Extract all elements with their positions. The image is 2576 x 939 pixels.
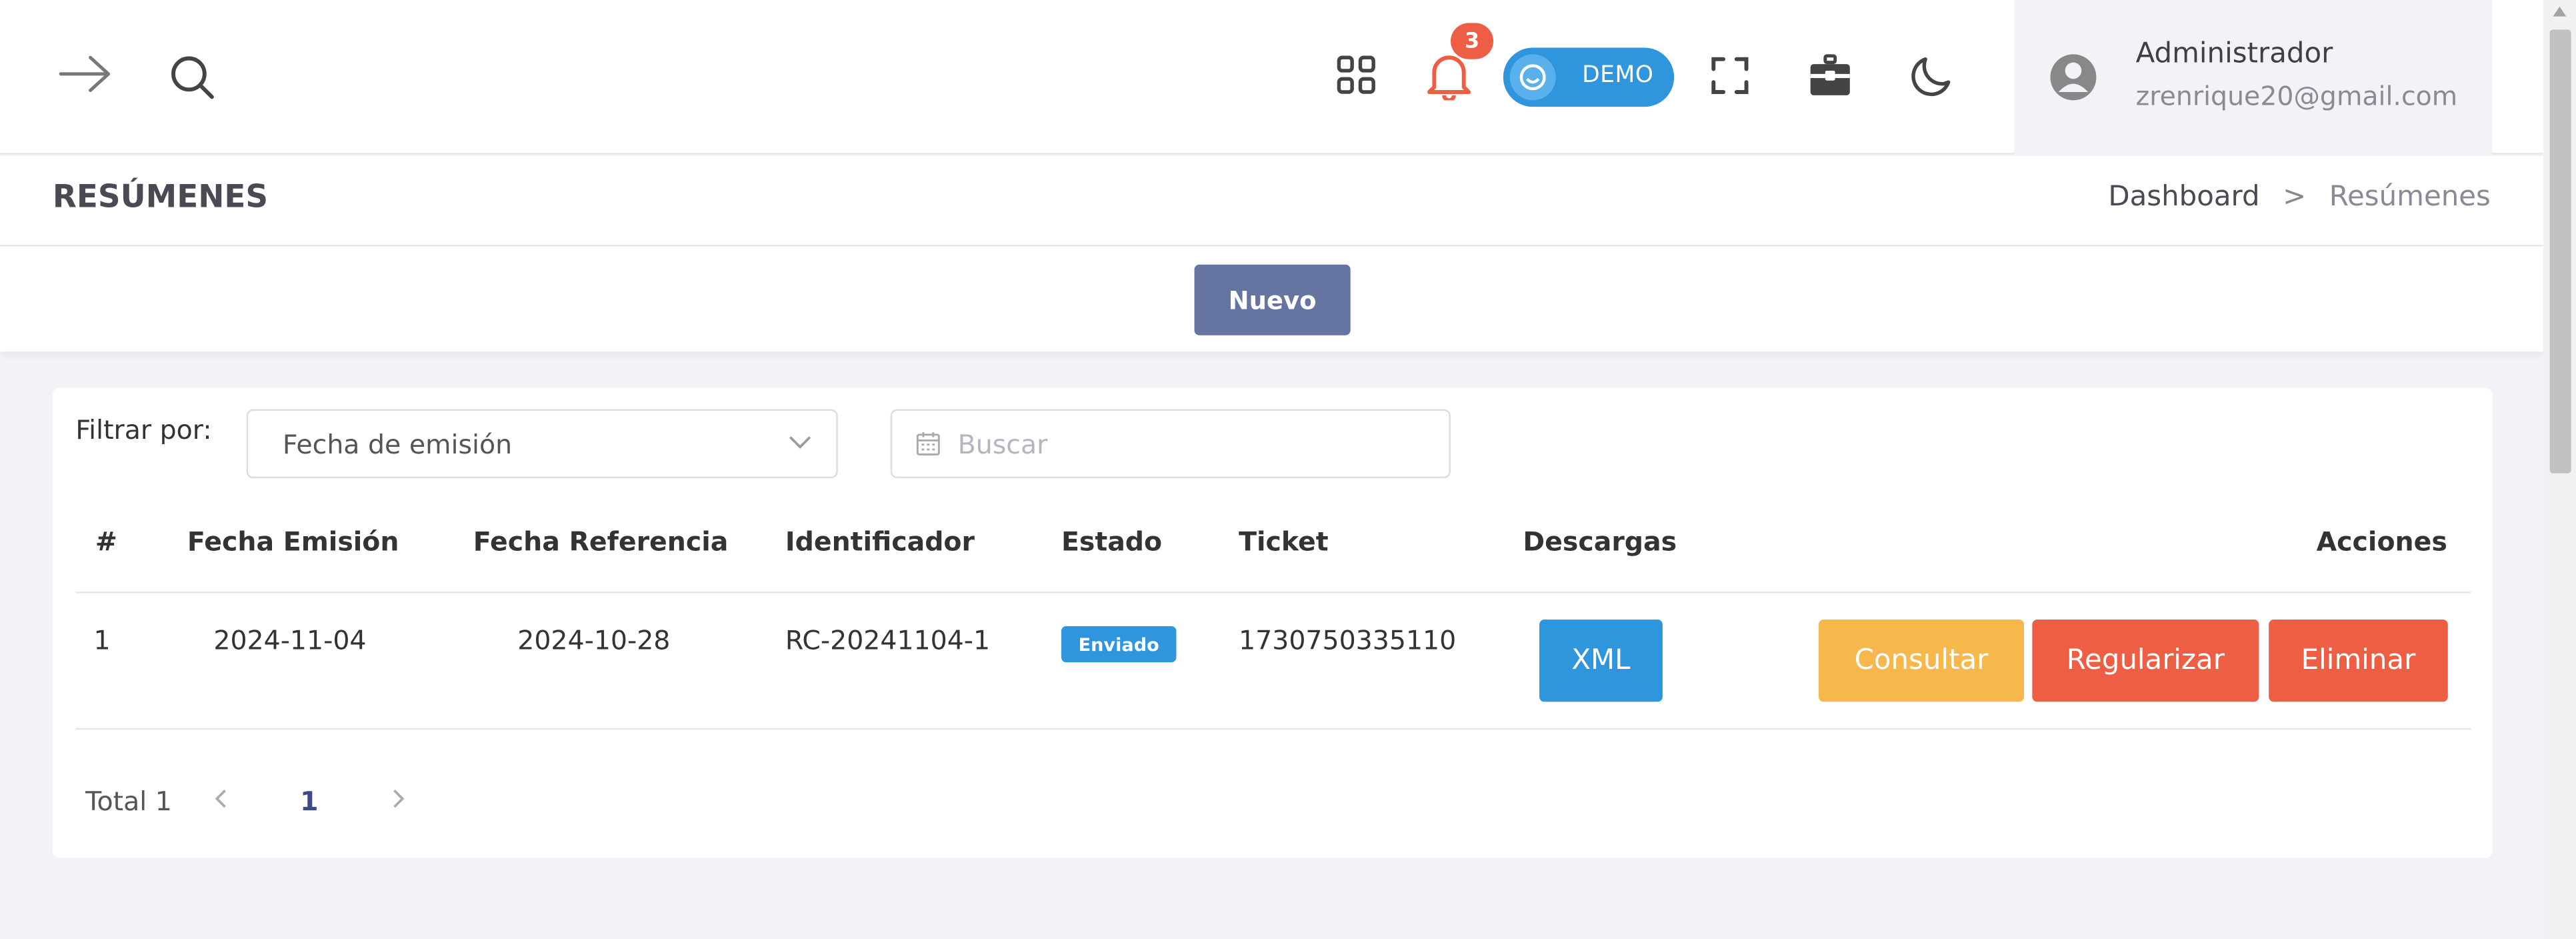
- cell-fecha-emision: 2024-11-04: [213, 624, 367, 656]
- demo-label: DEMO: [1582, 62, 1654, 89]
- filter-select[interactable]: Fecha de emisión: [246, 409, 838, 479]
- apps-grid-icon[interactable]: [1333, 49, 1382, 102]
- breadcrumb-current: Resúmenes: [2329, 181, 2491, 214]
- total-count: Total 1: [85, 785, 172, 817]
- column-header-ticket: Ticket: [1239, 526, 1329, 558]
- page-number-current[interactable]: 1: [300, 786, 318, 817]
- fullscreen-icon[interactable]: [1705, 49, 1755, 102]
- action-bar: Nuevo: [0, 246, 2543, 352]
- scroll-up-arrow[interactable]: [2553, 6, 2567, 17]
- scrollbar-thumb[interactable]: [2549, 29, 2571, 474]
- filter-select-value: Fecha de emisión: [282, 429, 513, 461]
- search-field[interactable]: [890, 409, 1451, 479]
- header-divider: [75, 592, 2471, 594]
- delete-button[interactable]: Eliminar: [2269, 620, 2448, 702]
- column-header-acciones: Acciones: [2316, 526, 2447, 558]
- column-header-identificador: Identificador: [785, 526, 975, 558]
- column-header-fecha-emision: Fecha Emisión: [187, 526, 399, 558]
- column-header-descargas: Descargas: [1523, 526, 1677, 558]
- row-divider: [75, 728, 2471, 730]
- breadcrumb-dashboard[interactable]: Dashboard: [2108, 181, 2259, 213]
- demo-mode-toggle[interactable]: DEMO: [1503, 47, 1675, 107]
- column-header-fecha-referencia: Fecha Referencia: [473, 526, 729, 558]
- arrow-right-icon[interactable]: [56, 49, 115, 99]
- breadcrumb-separator: >: [2283, 181, 2307, 214]
- regularize-button[interactable]: Regularizar: [2032, 620, 2259, 702]
- status-badge: Enviado: [1061, 626, 1177, 663]
- cell-identificador: RC-20241104-1: [785, 624, 991, 656]
- briefcase-icon[interactable]: [1804, 49, 1857, 102]
- summaries-card: Filtrar por: Fecha de emisión # Fecha Em…: [52, 387, 2493, 858]
- smiley-icon: [1509, 54, 1556, 101]
- filter-label: Filtrar por:: [75, 414, 212, 445]
- chevron-right-icon[interactable]: [387, 786, 407, 817]
- download-xml-button[interactable]: XML: [1539, 620, 1663, 702]
- search-input[interactable]: [957, 423, 1435, 463]
- user-menu[interactable]: Administrador zrenrique20@gmail.com: [2014, 0, 2493, 155]
- page-header: RESÚMENES Dashboard > Resúmenes: [0, 156, 2543, 247]
- cell-fecha-referencia: 2024-10-28: [517, 624, 671, 656]
- page-title: RESÚMENES: [52, 179, 269, 215]
- moon-icon[interactable]: [1907, 49, 1957, 102]
- user-name: Administrador: [2135, 37, 2333, 71]
- chevron-left-icon[interactable]: [211, 786, 231, 817]
- breadcrumb: Dashboard > Resúmenes: [2108, 181, 2491, 213]
- vertical-scrollbar[interactable]: [2545, 0, 2576, 939]
- column-header-estado: Estado: [1061, 526, 1163, 558]
- pagination: Total 1 1: [85, 786, 407, 817]
- cell-number: 1: [93, 624, 111, 656]
- consult-button[interactable]: Consultar: [1818, 620, 2025, 702]
- user-email: zrenrique20@gmail.com: [2135, 80, 2458, 112]
- calendar-icon: [915, 431, 941, 463]
- column-header-number: #: [95, 526, 117, 558]
- cell-ticket: 1730750335110: [1239, 624, 1457, 656]
- top-navbar: 3 DEMO Administrador zrenrique20@gmail.c…: [0, 0, 2543, 155]
- user-avatar-icon: [2047, 51, 2100, 103]
- new-button[interactable]: Nuevo: [1194, 264, 1351, 335]
- notification-count-badge: 3: [1450, 23, 1494, 59]
- search-icon[interactable]: [166, 51, 219, 103]
- chevron-down-icon: [787, 429, 813, 461]
